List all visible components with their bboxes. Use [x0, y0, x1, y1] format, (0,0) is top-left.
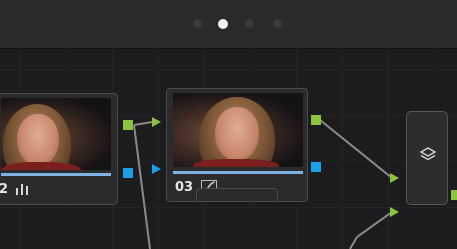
rgb-mixer-icon — [16, 184, 28, 195]
layer-input-port-1[interactable] — [390, 173, 399, 183]
alpha-input-port[interactable] — [152, 164, 161, 174]
node-selection-bar — [1, 173, 111, 176]
layer-mixer-icon — [419, 147, 437, 161]
alpha-output-port[interactable] — [123, 168, 133, 178]
layer-mixer-node[interactable] — [406, 111, 448, 205]
layer-input-port-2[interactable] — [390, 207, 399, 217]
node-label: 03 — [175, 180, 194, 195]
rgb-output-port[interactable] — [311, 115, 321, 125]
node-thumbnail — [1, 98, 111, 170]
rgb-output-port[interactable] — [123, 120, 133, 130]
wire — [349, 236, 358, 249]
node-selection-bar — [173, 171, 303, 174]
wire — [356, 211, 393, 238]
node-03[interactable]: 03 — [166, 88, 308, 202]
node-partial[interactable] — [196, 188, 278, 201]
node-02[interactable]: 2 — [0, 93, 118, 205]
rgb-input-port[interactable] — [152, 117, 161, 127]
wire — [133, 121, 153, 126]
layer-output-port[interactable] — [451, 190, 457, 200]
node-thumbnail — [173, 93, 303, 167]
wire — [133, 124, 151, 249]
node-label: 2 — [0, 182, 9, 197]
wire — [319, 119, 393, 179]
alpha-output-port[interactable] — [311, 162, 321, 172]
